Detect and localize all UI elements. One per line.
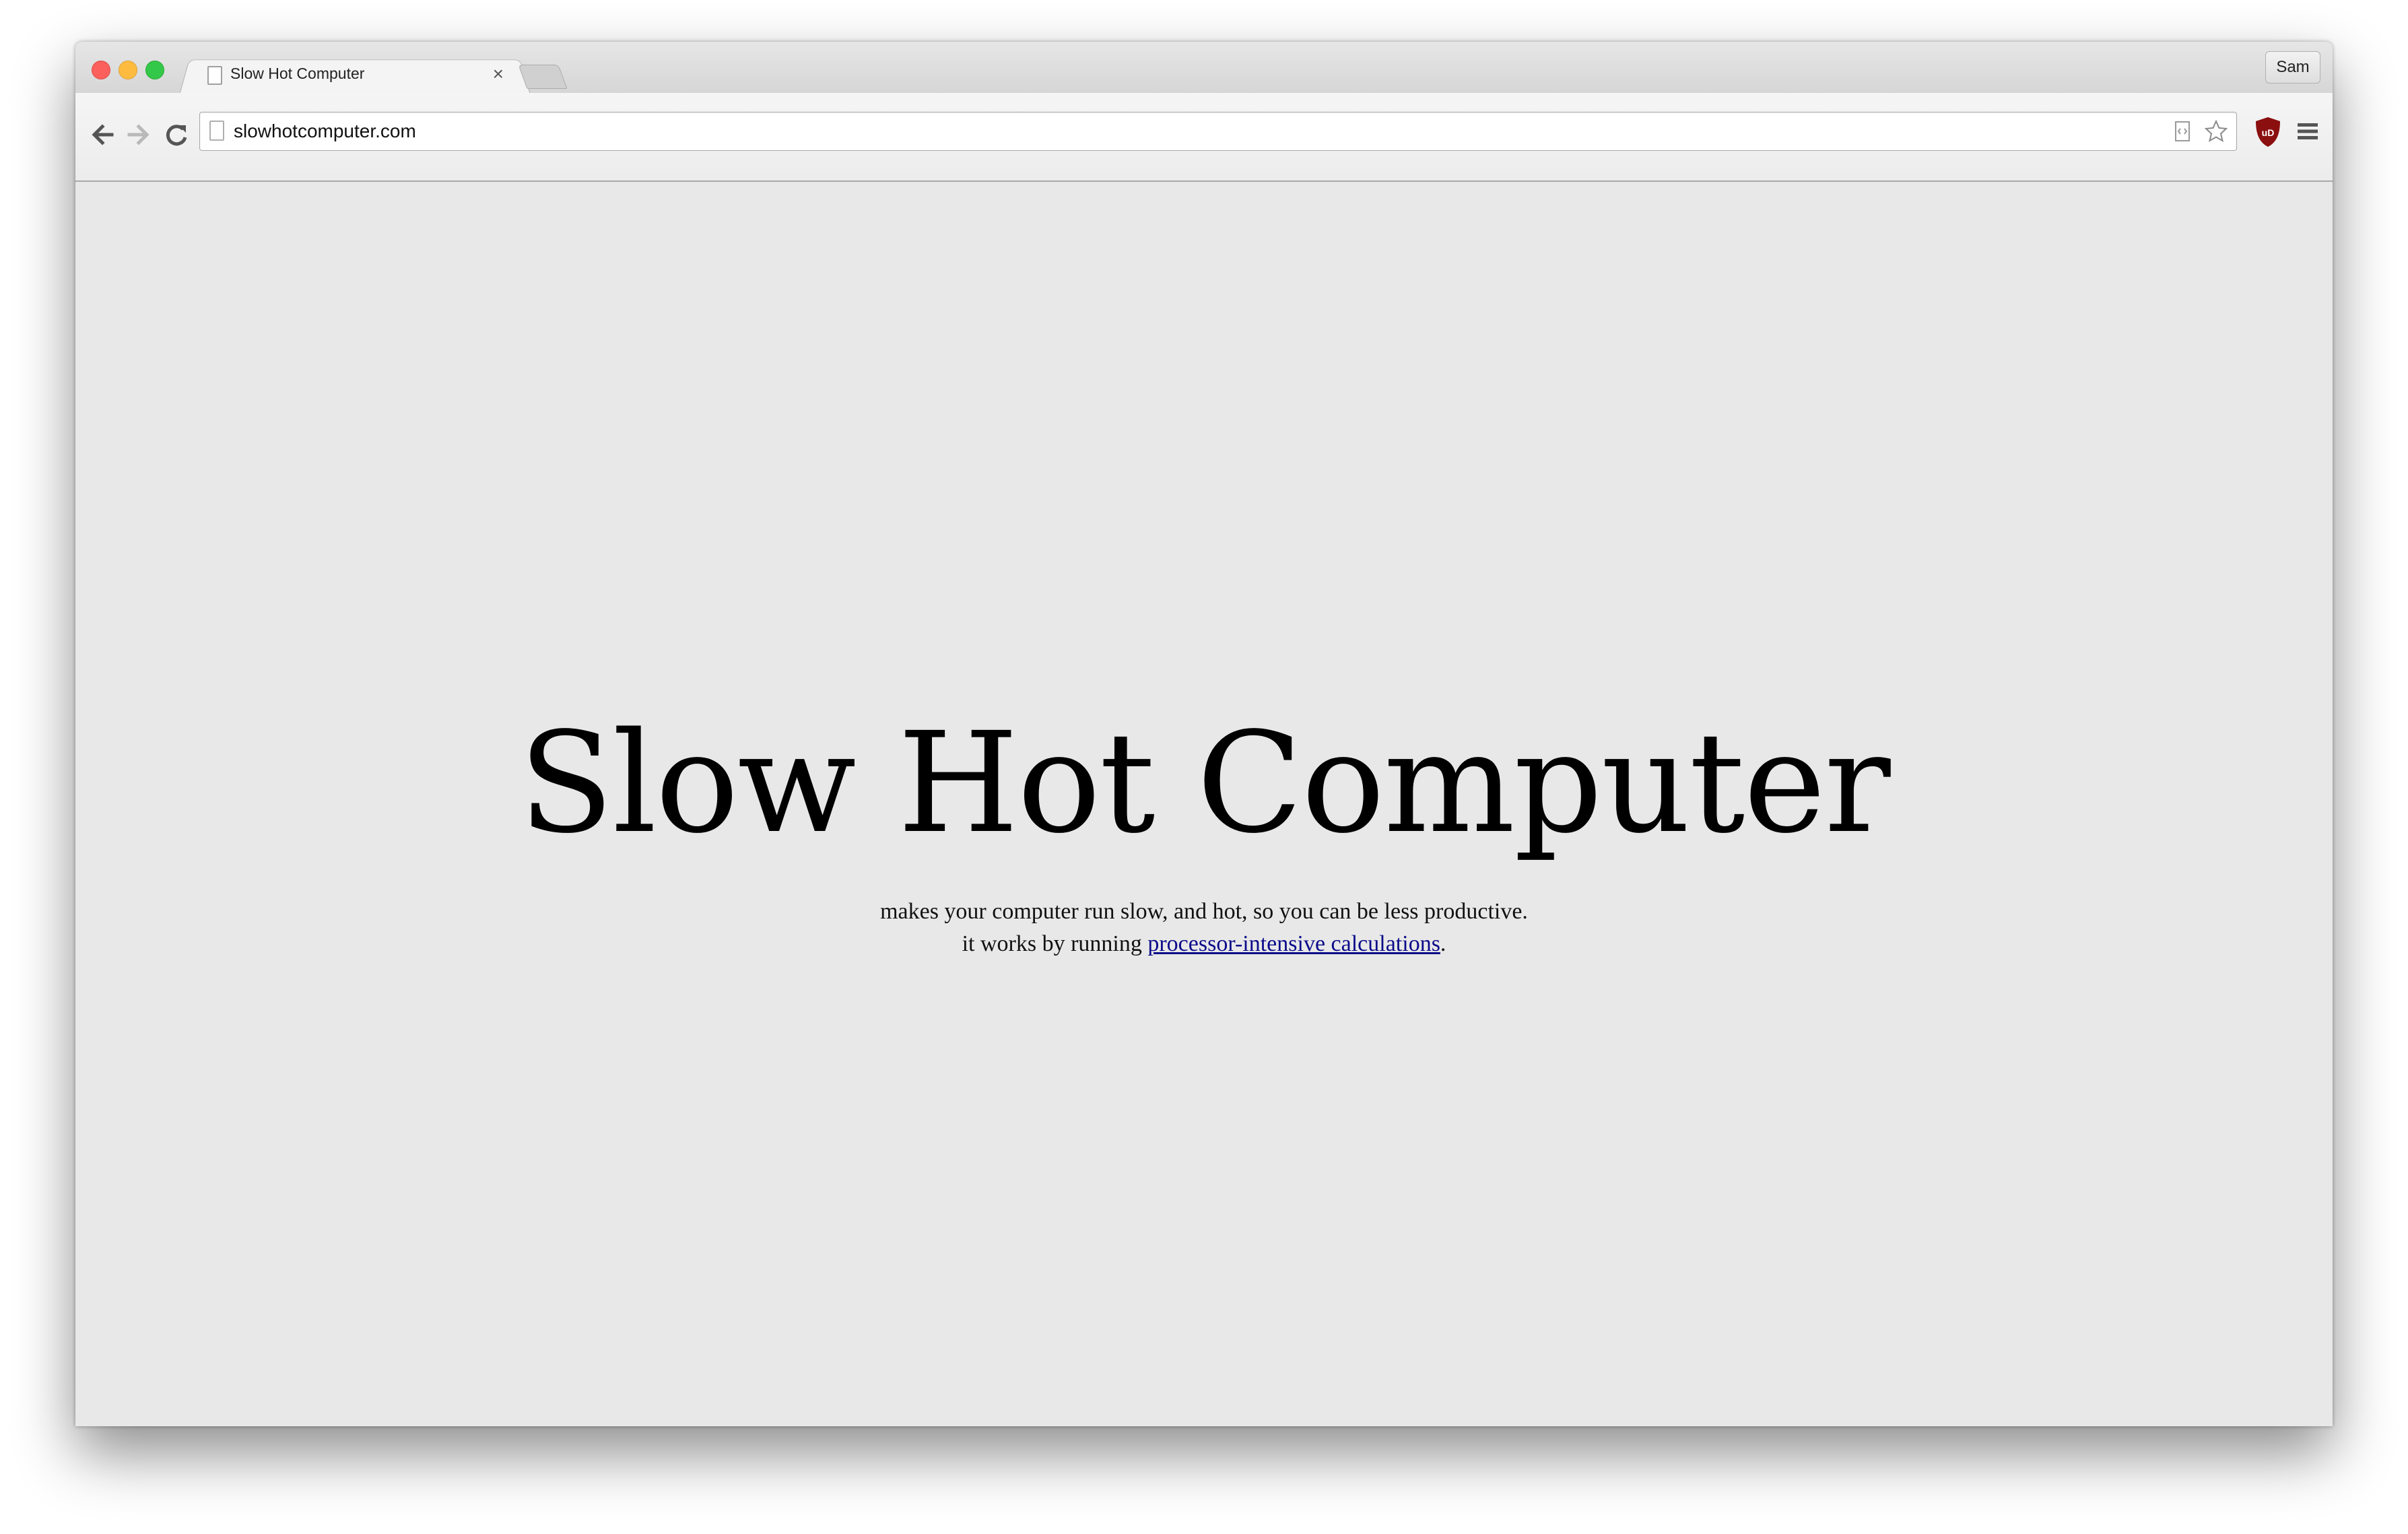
view-source-icon[interactable]: [2170, 119, 2195, 143]
new-tab-button[interactable]: [518, 65, 568, 89]
toolbar: slowhotcomputer.com uD: [75, 93, 2333, 182]
reload-icon[interactable]: [162, 120, 191, 149]
description-line-2-prefix: it works by running: [962, 931, 1148, 956]
url-text[interactable]: slowhotcomputer.com: [234, 121, 416, 142]
minimize-window-button[interactable]: [119, 61, 137, 79]
page-content: Slow Hot Computer makes your computer ru…: [75, 182, 2333, 1426]
tab-title: Slow Hot Computer: [230, 65, 365, 82]
tab-strip: Slow Hot Computer × Sam: [75, 42, 2333, 95]
forward-arrow-icon[interactable]: [124, 120, 154, 149]
extension-badge: uD: [2262, 127, 2275, 138]
maximize-window-button[interactable]: [145, 61, 164, 79]
address-bar[interactable]: slowhotcomputer.com: [199, 112, 2237, 151]
tab-slow-hot-computer[interactable]: Slow Hot Computer ×: [197, 57, 513, 94]
description-line-1: makes your computer run slow, and hot, s…: [880, 899, 1528, 924]
profile-button[interactable]: Sam: [2265, 51, 2320, 84]
description-line-2-suffix: .: [1440, 931, 1446, 956]
hamburger-menu-icon[interactable]: [2296, 121, 2319, 141]
back-arrow-icon[interactable]: [88, 120, 117, 149]
page-icon: [207, 66, 222, 85]
star-icon[interactable]: [2204, 119, 2228, 143]
browser-window: Slow Hot Computer × Sam slowhotcomputer.…: [75, 42, 2333, 1426]
page-description: makes your computer run slow, and hot, s…: [75, 896, 2333, 960]
ublock-shield-icon[interactable]: uD: [2253, 116, 2283, 148]
close-tab-icon[interactable]: ×: [493, 62, 504, 86]
processor-intensive-calculations-link[interactable]: processor-intensive calculations: [1147, 931, 1440, 956]
page-title: Slow Hot Computer: [519, 702, 1890, 864]
page-icon: [209, 121, 224, 141]
description-line-2: it works by running processor-intensive …: [75, 928, 2333, 960]
close-window-button[interactable]: [92, 61, 110, 79]
